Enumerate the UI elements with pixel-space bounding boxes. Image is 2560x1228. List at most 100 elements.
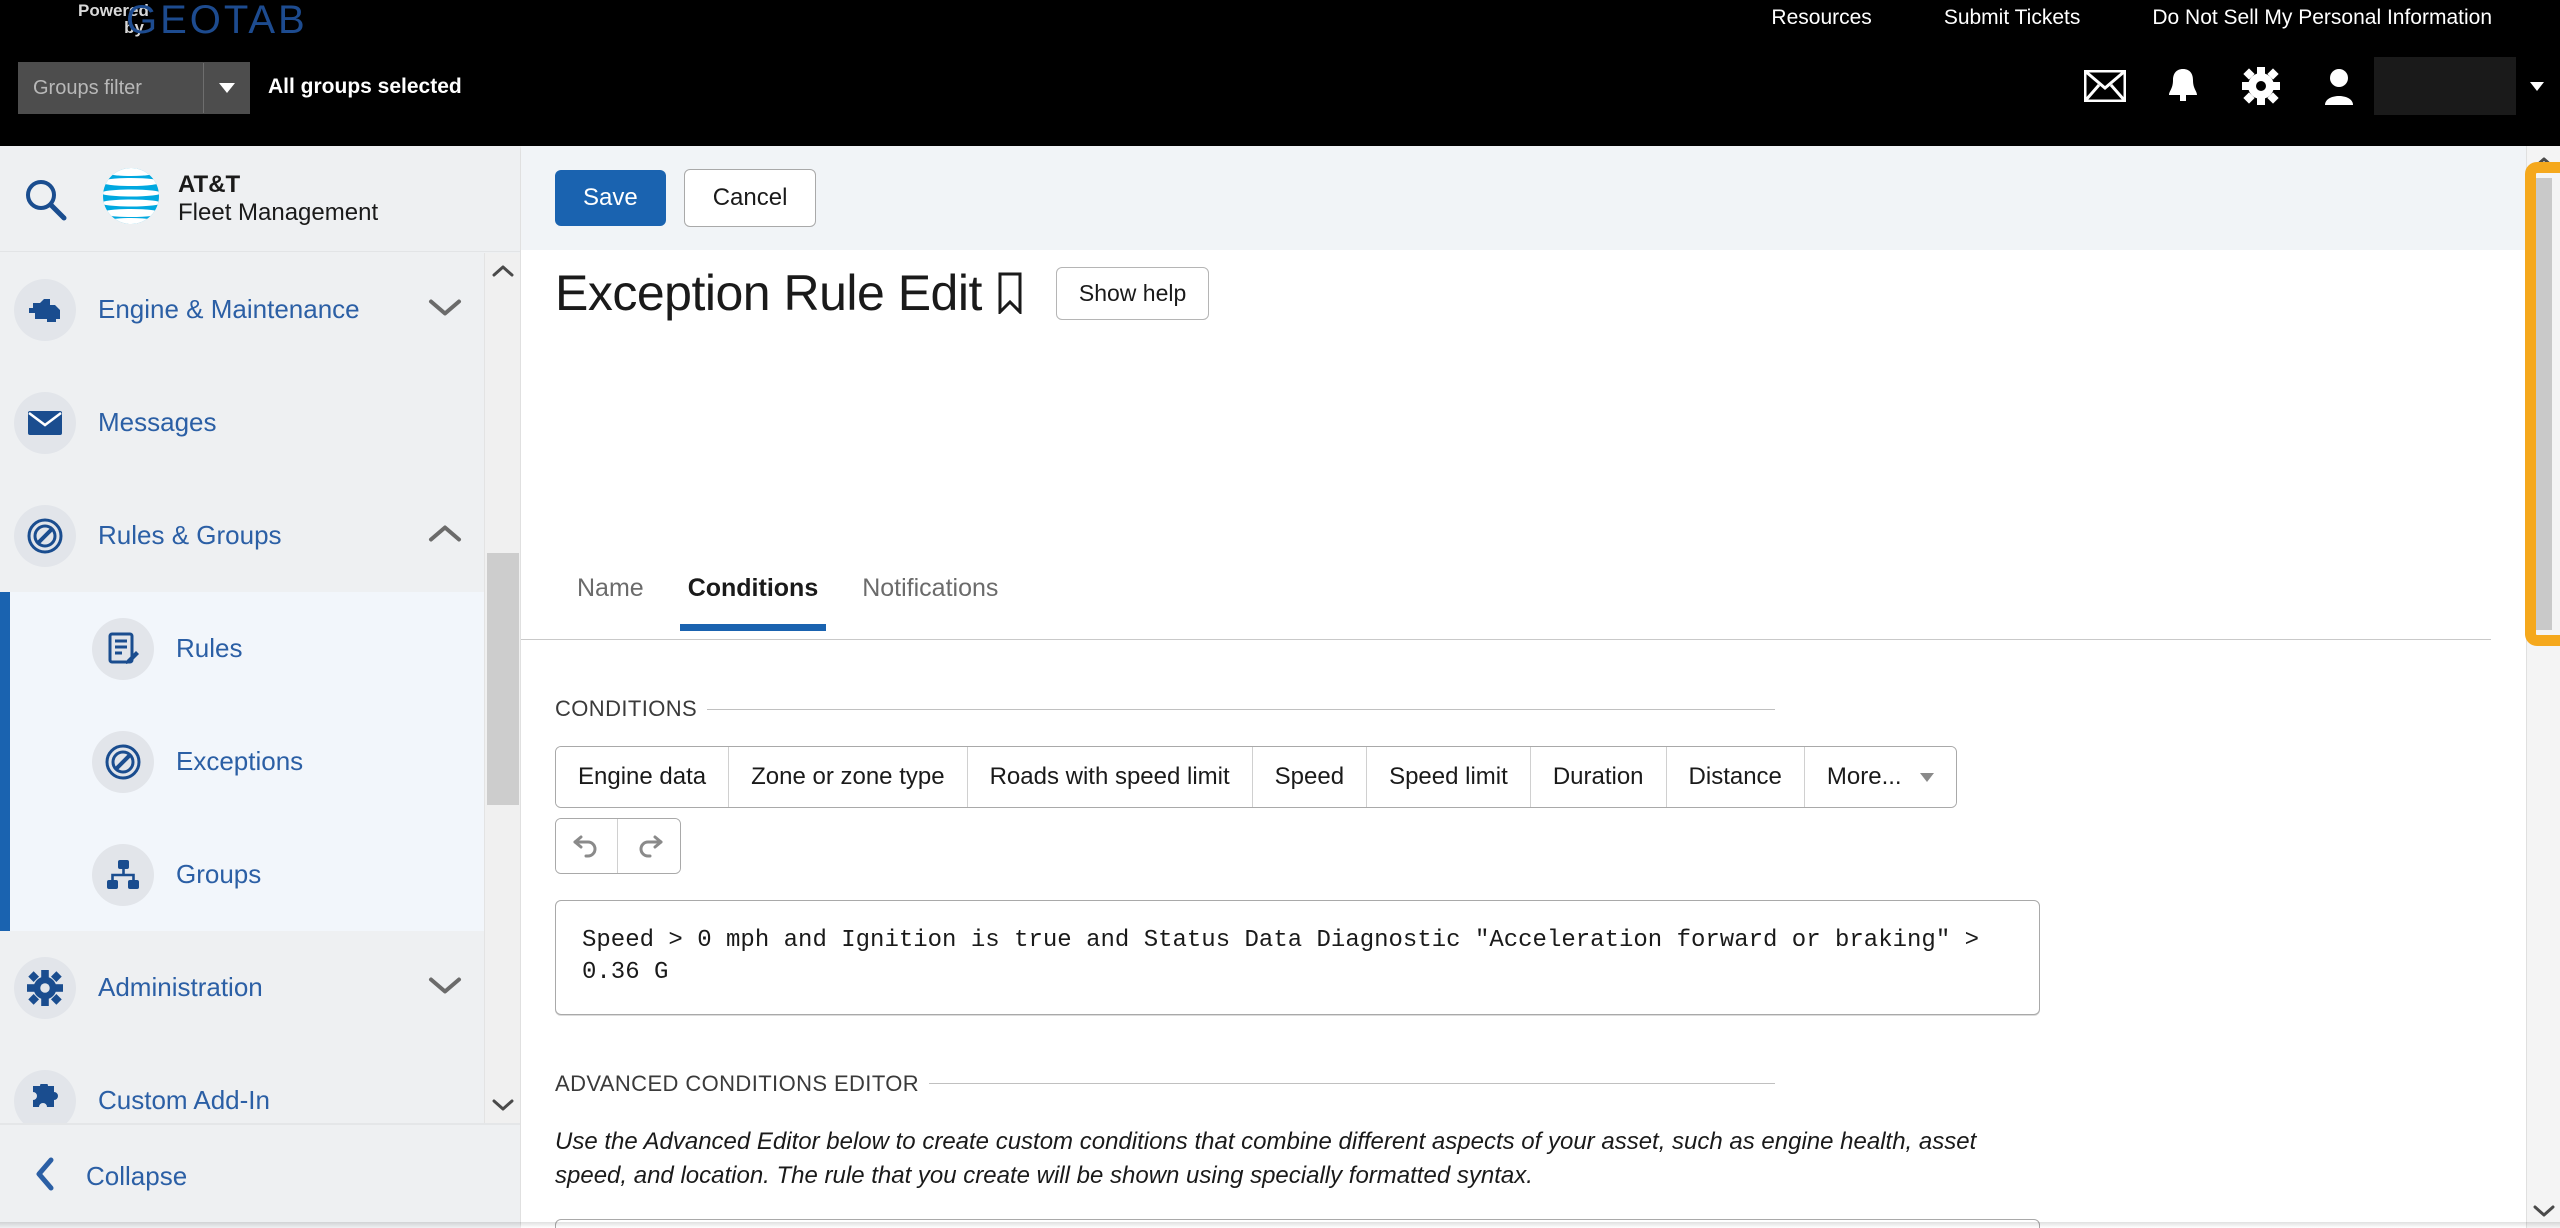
all-groups-selected-label: All groups selected bbox=[268, 75, 462, 98]
mail-icon[interactable] bbox=[2075, 56, 2135, 116]
advanced-description: Use the Advanced Editor below to create … bbox=[555, 1127, 1977, 1189]
condition-zone-button[interactable]: Zone or zone type bbox=[729, 747, 968, 807]
main-vertical-scrollbar[interactable] bbox=[2525, 146, 2560, 1228]
conditions-legend-label: CONDITIONS bbox=[555, 696, 698, 721]
sidebar-item-groups[interactable]: Groups bbox=[10, 818, 520, 931]
puzzle-icon bbox=[14, 1069, 76, 1123]
sidebar-item-label: Messages bbox=[98, 407, 217, 437]
sidebar-item-administration[interactable]: Administration bbox=[0, 931, 520, 1044]
chevron-down-icon[interactable] bbox=[428, 975, 462, 1000]
chevron-down-icon[interactable] bbox=[428, 297, 462, 322]
sidebar-item-rules-groups[interactable]: Rules & Groups bbox=[0, 479, 520, 592]
undo-button[interactable] bbox=[556, 819, 618, 873]
legend-divider bbox=[929, 1083, 1775, 1085]
sidebar-scrollbar-thumb[interactable] bbox=[487, 553, 519, 805]
att-brand-text: AT&T Fleet Management bbox=[178, 171, 378, 227]
tab-conditions[interactable]: Conditions bbox=[666, 560, 841, 631]
rules-edit-icon bbox=[92, 617, 154, 680]
sidebar-item-label: Rules & Groups bbox=[98, 520, 282, 550]
condition-more-button[interactable]: More... bbox=[1804, 747, 1956, 807]
sidebar-item-label: Rules bbox=[176, 633, 243, 663]
action-toolbar: Save Cancel bbox=[521, 146, 2526, 250]
sidebar-item-engine-maintenance[interactable]: Engine & Maintenance bbox=[0, 253, 520, 366]
sidebar-collapse-button[interactable]: Collapse bbox=[0, 1124, 520, 1228]
search-icon[interactable] bbox=[0, 176, 90, 222]
sidebar-item-rules[interactable]: Rules bbox=[10, 592, 520, 705]
advanced-legend: ADVANCED CONDITIONS EDITOR bbox=[555, 1071, 1775, 1097]
sidebar-item-custom-add-in[interactable]: Custom Add-In bbox=[0, 1044, 520, 1123]
att-globe-logo bbox=[100, 165, 162, 232]
condition-duration-button[interactable]: Duration bbox=[1530, 747, 1667, 807]
sidebar-scroll-up-arrow-icon[interactable] bbox=[485, 253, 520, 289]
engine-icon bbox=[14, 278, 76, 341]
sidebar-nav-scroll: Engine & Maintenance Messages Rules & Gr… bbox=[0, 253, 520, 1123]
page-title-row: Exception Rule Edit Show help bbox=[555, 264, 1210, 322]
cancel-button[interactable]: Cancel bbox=[683, 169, 817, 227]
sidebar-item-label: Administration bbox=[98, 972, 263, 1002]
conditions-fieldset: CONDITIONS Engine data Zone or zone type… bbox=[555, 696, 2040, 1015]
chevron-down-icon bbox=[218, 83, 235, 93]
legend-divider bbox=[707, 708, 1775, 710]
sidebar-item-label: Groups bbox=[176, 859, 262, 889]
advanced-legend-label: ADVANCED CONDITIONS EDITOR bbox=[555, 1070, 920, 1096]
sidebar-item-label: Custom Add-In bbox=[98, 1085, 270, 1115]
top-nav-submit-tickets[interactable]: Submit Tickets bbox=[1908, 6, 2117, 30]
left-sidebar: AT&T Fleet Management Engine & Maintenan… bbox=[0, 146, 520, 1228]
advanced-conditions-fieldset: ADVANCED CONDITIONS EDITOR Use the Advan… bbox=[555, 1071, 2040, 1228]
sidebar-item-exceptions[interactable]: Exceptions bbox=[10, 705, 520, 818]
envelope-icon bbox=[14, 391, 76, 454]
chevron-down-icon bbox=[1919, 772, 1934, 782]
groups-filter-input[interactable]: Groups filter bbox=[19, 63, 203, 113]
sidebar-subgroup-rules-groups: Rules Exceptions Groups bbox=[0, 592, 520, 931]
geotab-logo: GEOTAB bbox=[126, 0, 308, 42]
tab-notifications[interactable]: Notifications bbox=[840, 560, 1020, 631]
condition-engine-data-button[interactable]: Engine data bbox=[556, 747, 730, 807]
redo-button[interactable] bbox=[618, 819, 680, 873]
main-scrollbar-thumb[interactable] bbox=[2525, 162, 2560, 646]
show-help-button[interactable]: Show help bbox=[1055, 266, 1210, 320]
top-icon-tray bbox=[2066, 56, 2560, 116]
page-title: Exception Rule Edit bbox=[555, 265, 982, 321]
sidebar-item-label: Exceptions bbox=[176, 746, 304, 776]
rules-icon bbox=[14, 504, 76, 567]
window-bottom-shadow bbox=[0, 1222, 2560, 1228]
condition-distance-button[interactable]: Distance bbox=[1666, 747, 1805, 807]
gear-icon[interactable] bbox=[2231, 56, 2291, 116]
top-nav-do-not-sell[interactable]: Do Not Sell My Personal Information bbox=[2116, 6, 2528, 30]
condition-speed-limit-button[interactable]: Speed limit bbox=[1367, 747, 1531, 807]
sidebar-scroll-down-arrow-icon[interactable] bbox=[485, 1087, 520, 1123]
att-brand-line1: AT&T bbox=[178, 170, 241, 198]
sidebar-header: AT&T Fleet Management bbox=[0, 146, 520, 252]
user-menu-chevron-down-icon[interactable] bbox=[2530, 81, 2544, 91]
groups-filter-arrow[interactable] bbox=[203, 63, 249, 113]
tab-bar: Name Conditions Notifications bbox=[521, 560, 2491, 640]
bookmark-icon[interactable] bbox=[996, 272, 1024, 314]
save-button[interactable]: Save bbox=[555, 170, 666, 226]
gear-icon bbox=[14, 956, 76, 1019]
sidebar-scrollbar[interactable] bbox=[484, 253, 520, 1123]
sidebar-collapse-label: Collapse bbox=[86, 1161, 188, 1191]
condition-expression-box[interactable]: Speed > 0 mph and Ignition is true and S… bbox=[555, 900, 2040, 1015]
groups-icon bbox=[92, 843, 154, 906]
bell-icon[interactable] bbox=[2153, 56, 2213, 116]
user-icon[interactable] bbox=[2309, 56, 2369, 116]
groups-filter-dropdown[interactable]: Groups filter bbox=[18, 62, 250, 114]
att-brand-line2: Fleet Management bbox=[178, 198, 379, 226]
condition-speed-button[interactable]: Speed bbox=[1252, 747, 1368, 807]
tab-name[interactable]: Name bbox=[555, 560, 666, 631]
undo-redo-group bbox=[555, 818, 681, 874]
conditions-legend: CONDITIONS bbox=[555, 696, 1775, 722]
scroll-up-arrow-icon[interactable] bbox=[2527, 146, 2560, 180]
exception-icon bbox=[92, 730, 154, 793]
highlight-annotation bbox=[2525, 162, 2560, 646]
sidebar-item-messages[interactable]: Messages bbox=[0, 366, 520, 479]
top-header-bar: Powered by GEOTAB Resources Submit Ticke… bbox=[0, 0, 2560, 146]
main-content-area: Save Cancel Exception Rule Edit Show hel… bbox=[521, 146, 2526, 1228]
chevron-left-icon bbox=[34, 1157, 56, 1196]
condition-more-label: More... bbox=[1826, 763, 1902, 790]
condition-roads-speed-button[interactable]: Roads with speed limit bbox=[967, 747, 1253, 807]
user-name-redacted[interactable] bbox=[2374, 57, 2516, 115]
top-nav-resources[interactable]: Resources bbox=[1735, 6, 1907, 30]
chevron-up-icon[interactable] bbox=[428, 523, 462, 548]
condition-type-button-group: Engine data Zone or zone type Roads with… bbox=[555, 746, 1957, 808]
